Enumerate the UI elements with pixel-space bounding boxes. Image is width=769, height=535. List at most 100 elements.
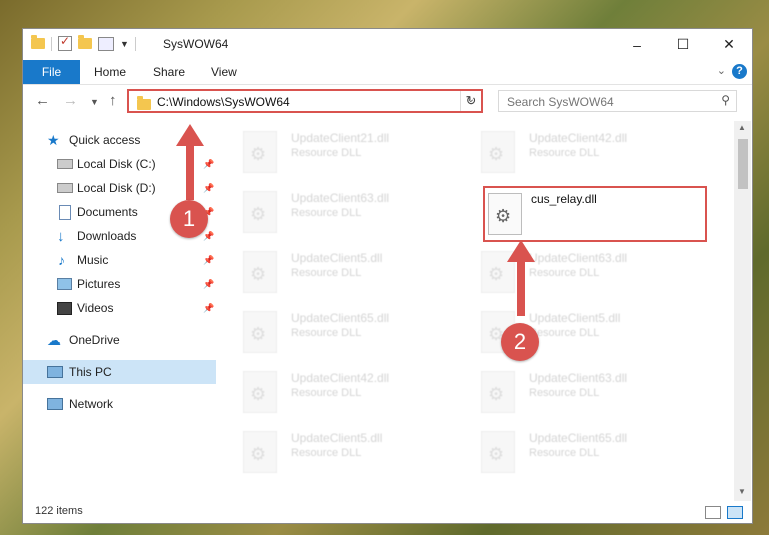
- file-tile[interactable]: UpdateClient5.dll Resource DLL: [218, 246, 448, 304]
- new-folder-icon[interactable]: [78, 35, 92, 49]
- pin-icon[interactable]: 📌: [203, 183, 214, 194]
- recent-locations-icon[interactable]: ▼: [90, 97, 99, 107]
- dll-file-icon: [243, 251, 277, 293]
- properties-check-icon[interactable]: [58, 34, 72, 51]
- status-bar: 122 items: [23, 501, 752, 523]
- sidebar-item-onedrive[interactable]: ☁ OneDrive: [23, 328, 216, 352]
- file-tile-highlighted[interactable]: cus_relay.dll: [483, 186, 707, 242]
- videos-icon: [57, 301, 72, 315]
- sidebar-item-label: OneDrive: [69, 333, 120, 347]
- sidebar-item-label: Local Disk (D:): [77, 181, 156, 195]
- scrollbar-thumb[interactable]: [738, 139, 748, 189]
- minimize-button[interactable]: –: [614, 29, 660, 60]
- address-text: C:\Windows\SysWOW64: [157, 95, 290, 109]
- pin-icon[interactable]: 📌: [203, 279, 214, 290]
- dll-file-icon: [481, 131, 515, 173]
- computer-icon: [47, 366, 63, 378]
- file-type: Resource DLL: [529, 447, 600, 459]
- file-tile[interactable]: UpdateClient5.dll Resource DLL: [218, 426, 448, 484]
- file-name: UpdateClient21.dll: [291, 131, 390, 145]
- dll-file-icon: [243, 191, 277, 233]
- folder-icon[interactable]: [31, 35, 45, 49]
- chevron-down-icon[interactable]: ⌄: [717, 64, 726, 77]
- pin-icon[interactable]: 📌: [203, 303, 214, 314]
- sidebar-item-network[interactable]: Network: [23, 392, 216, 416]
- quick-access-toolbar: ▼: [31, 34, 136, 51]
- file-type: Resource DLL: [291, 147, 362, 159]
- customize-icon[interactable]: [98, 36, 114, 51]
- scroll-down-icon[interactable]: ▼: [738, 487, 746, 496]
- sidebar-item-this-pc[interactable]: This PC: [23, 360, 216, 384]
- file-name: cus_relay.dll: [531, 192, 597, 206]
- address-bar[interactable]: C:\Windows\SysWOW64 ⌄: [127, 89, 483, 113]
- dll-file-icon: [488, 193, 522, 235]
- folder-icon: [137, 96, 151, 110]
- star-icon: ★: [47, 131, 60, 148]
- sidebar-item-label: Documents: [77, 205, 138, 219]
- large-icons-view-icon[interactable]: [727, 506, 743, 519]
- sidebar-item-pictures[interactable]: Pictures 📌: [23, 272, 216, 296]
- explorer-window: ▼ SysWOW64 – ☐ ✕ File Home Share View ⌄ …: [23, 29, 752, 523]
- dll-file-icon: [243, 131, 277, 173]
- file-tile[interactable]: UpdateClient65.dll Resource DLL: [218, 306, 448, 364]
- details-view-icon[interactable]: [705, 506, 721, 519]
- back-arrow-icon[interactable]: ←: [35, 92, 50, 109]
- file-tile[interactable]: UpdateClient21.dll Resource DLL: [218, 126, 448, 184]
- navigation-bar: ← → ▼ ↑ C:\Windows\SysWOW64 ⌄ ↻ ⚲: [23, 85, 752, 119]
- network-icon: [47, 398, 63, 410]
- sidebar-item-label: This PC: [69, 365, 112, 379]
- pin-icon[interactable]: 📌: [203, 159, 214, 170]
- sidebar-item-music[interactable]: ♪ Music 📌: [23, 248, 216, 272]
- step-badge-1: 1: [170, 200, 208, 238]
- file-type: Resource DLL: [291, 207, 362, 219]
- search-input[interactable]: [505, 92, 709, 112]
- refresh-icon[interactable]: ↻: [460, 91, 481, 111]
- sidebar-item-label: Quick access: [69, 133, 141, 147]
- file-tile[interactable]: UpdateClient42.dll Resource DLL: [218, 366, 448, 424]
- file-tile[interactable]: UpdateClient42.dll Resource DLL: [456, 126, 686, 184]
- file-tile[interactable]: UpdateClient63.dll Resource DLL: [218, 186, 448, 244]
- divider: [51, 36, 52, 51]
- tab-share[interactable]: Share: [153, 60, 185, 84]
- chevron-down-icon[interactable]: ▼: [120, 39, 129, 49]
- pin-icon[interactable]: 📌: [203, 255, 214, 266]
- file-type: Resource DLL: [529, 267, 600, 279]
- file-name: UpdateClient42.dll: [529, 131, 628, 145]
- annotation-arrow-head-2: [507, 240, 535, 262]
- forward-arrow-icon[interactable]: →: [63, 92, 78, 109]
- tab-home[interactable]: Home: [94, 60, 126, 84]
- download-icon: ↓: [57, 227, 65, 245]
- file-name: UpdateClient63.dll: [291, 191, 390, 205]
- file-tile[interactable]: UpdateClient63.dll Resource DLL: [456, 366, 686, 424]
- close-button[interactable]: ✕: [706, 29, 752, 60]
- pin-icon[interactable]: 📌: [203, 231, 214, 242]
- ribbon-tabs: File Home Share View ⌄ ?: [23, 60, 752, 85]
- maximize-button[interactable]: ☐: [660, 29, 706, 60]
- divider: [134, 36, 136, 51]
- file-name: UpdateClient5.dll: [291, 431, 383, 445]
- item-count: 122 items: [35, 505, 83, 517]
- documents-icon: [59, 204, 71, 220]
- file-type: Resource DLL: [529, 327, 600, 339]
- sidebar-item-label: Music: [77, 253, 109, 267]
- search-icon[interactable]: ⚲: [721, 93, 730, 107]
- file-type: Resource DLL: [529, 147, 600, 159]
- up-arrow-icon[interactable]: ↑: [109, 92, 117, 109]
- sidebar-item-videos[interactable]: Videos 📌: [23, 296, 216, 320]
- file-name: UpdateClient42.dll: [291, 371, 390, 385]
- vertical-scrollbar[interactable]: ▲ ▼: [734, 121, 751, 501]
- file-type: Resource DLL: [291, 327, 362, 339]
- file-tile[interactable]: UpdateClient65.dll Resource DLL: [456, 426, 686, 484]
- help-icon[interactable]: ?: [732, 64, 747, 79]
- file-tile[interactable]: UpdateClient5.dll Resource DLL: [456, 306, 686, 364]
- search-box[interactable]: ⚲: [498, 90, 737, 112]
- tab-view[interactable]: View: [211, 60, 237, 84]
- file-name: UpdateClient65.dll: [291, 311, 390, 325]
- file-name: UpdateClient63.dll: [529, 371, 628, 385]
- file-name: UpdateClient63.dll: [529, 251, 628, 265]
- scroll-up-icon[interactable]: ▲: [738, 123, 746, 132]
- tab-file[interactable]: File: [23, 60, 80, 84]
- cloud-icon: ☁: [47, 331, 61, 348]
- file-tile[interactable]: UpdateClient63.dll Resource DLL: [456, 246, 686, 304]
- file-type: Resource DLL: [529, 387, 600, 399]
